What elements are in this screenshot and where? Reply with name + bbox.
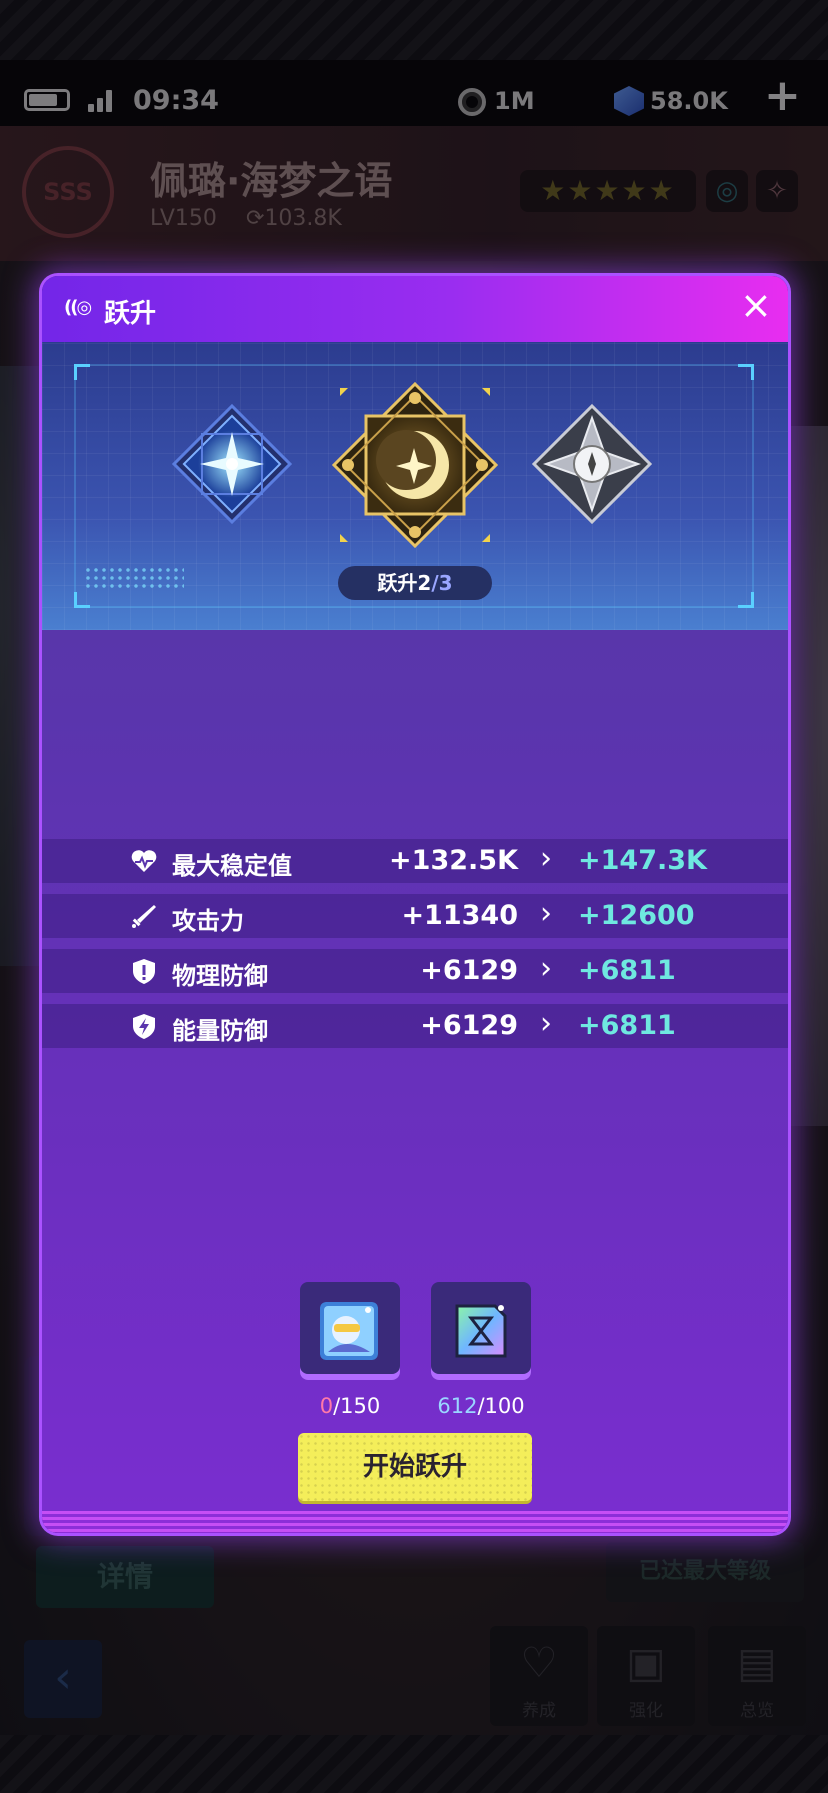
material-have: 0 <box>319 1394 334 1418</box>
arrow-right-icon: › <box>540 1006 552 1041</box>
dialog-title: 跃升 <box>104 299 157 329</box>
material-need: /100 <box>477 1394 525 1418</box>
stat-next: +12600 <box>578 900 695 931</box>
stat-name: 能量防御 <box>172 1017 268 1045</box>
stat-row-attack: 攻击力 +11340 › +12600 <box>42 894 788 938</box>
stat-row-max-stability: 最大稳定值 +132.5K › +147.3K <box>42 839 788 883</box>
ascension-dialog: ((◎ 跃升 × 跃升2/3 最大稳定值 +132.5K › +147.3K 攻… <box>42 276 788 1533</box>
energy-shield-icon <box>133 1014 155 1039</box>
stat-row-physical-defense: 物理防御 +6129 › +6811 <box>42 949 788 993</box>
stat-comparison-list: 最大稳定值 +132.5K › +147.3K 攻击力 +11340 › +12… <box>42 839 788 1059</box>
dialog-bottom-trim <box>42 1511 788 1533</box>
ascension-rank-badge: 跃升2/3 <box>338 566 492 600</box>
ascension-rank-total: /3 <box>431 571 453 595</box>
stat-name: 物理防御 <box>172 962 268 990</box>
material-slot-hourglass[interactable] <box>431 1282 531 1380</box>
ascend-logo-icon: ((◎ <box>64 297 92 318</box>
gold-moon-emblem-icon <box>332 382 498 548</box>
hourglass-card-icon <box>455 1304 507 1358</box>
ascension-showcase: 跃升2/3 <box>42 342 788 630</box>
stat-name: 最大稳定值 <box>172 852 292 880</box>
stat-current: +132.5K <box>389 845 518 876</box>
material-count-character: 0/150 <box>280 1394 420 1418</box>
dialog-header: ((◎ 跃升 × <box>42 276 788 342</box>
stat-name: 攻击力 <box>172 907 244 935</box>
character-chip-icon <box>320 1302 378 1360</box>
arrow-right-icon: › <box>540 951 552 986</box>
start-ascension-button[interactable]: 开始跃升 <box>298 1433 532 1501</box>
stat-next: +6811 <box>578 955 676 986</box>
material-need: /150 <box>333 1394 381 1418</box>
stat-row-energy-defense: 能量防御 +6129 › +6811 <box>42 1004 788 1048</box>
stat-current: +11340 <box>401 900 518 931</box>
close-button[interactable]: × <box>740 286 772 324</box>
silver-compass-emblem-icon <box>532 404 652 524</box>
shield-icon <box>133 959 155 984</box>
stat-current: +6129 <box>420 1010 518 1041</box>
ascension-rank-label: 跃升2 <box>377 571 432 595</box>
decor-dots <box>84 566 184 592</box>
sword-icon <box>132 905 156 928</box>
blue-star-emblem-icon <box>172 404 292 524</box>
stat-next: +147.3K <box>578 845 707 876</box>
arrow-right-icon: › <box>540 841 552 876</box>
stat-next: +6811 <box>578 1010 676 1041</box>
arrow-right-icon: › <box>540 896 552 931</box>
material-have: 612 <box>437 1394 478 1418</box>
stat-current: +6129 <box>420 955 518 986</box>
heart-icon <box>131 850 157 872</box>
material-count-hourglass: 612/100 <box>411 1394 551 1418</box>
material-slot-character[interactable] <box>300 1282 400 1380</box>
